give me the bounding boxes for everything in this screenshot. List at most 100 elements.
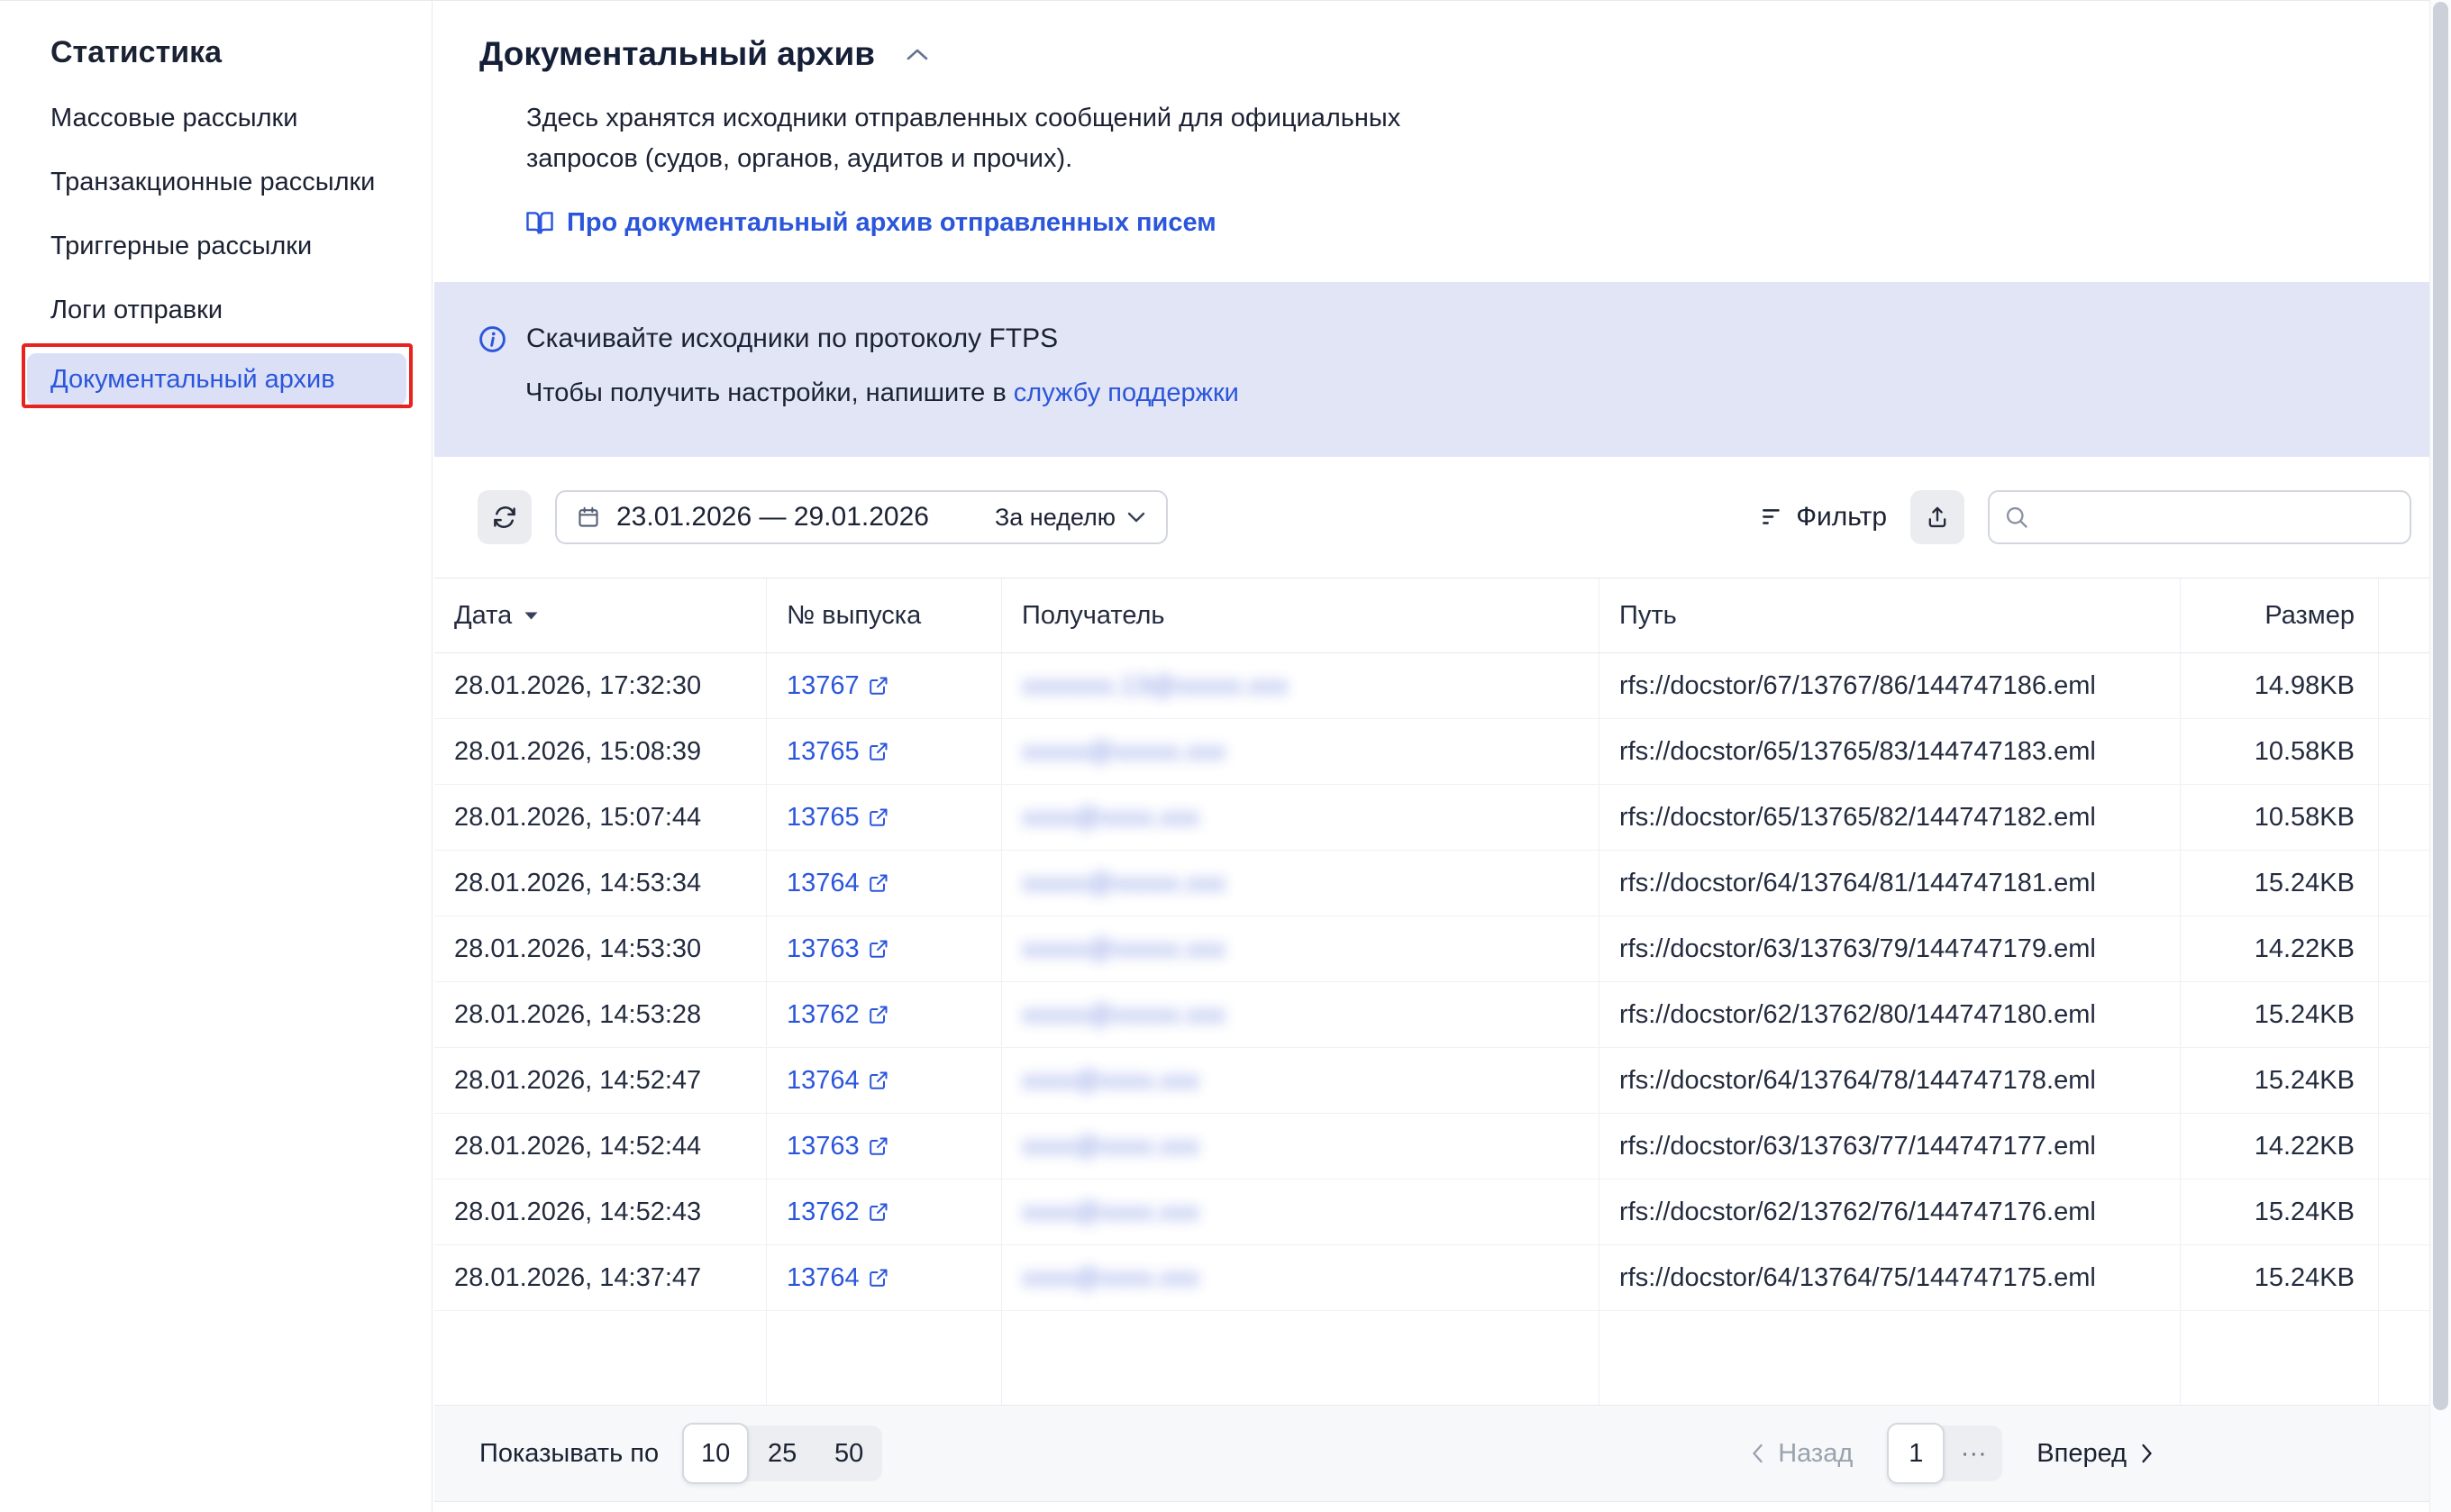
search-input[interactable] [2040, 503, 2395, 532]
cell-path: rfs://docstor/63/13763/79/144747179.eml [1599, 916, 2181, 981]
cell-issue: 13762 [767, 982, 1002, 1047]
export-button[interactable] [1910, 490, 1964, 544]
issue-link[interactable]: 13764 [787, 1263, 889, 1293]
issue-link[interactable]: 13765 [787, 737, 889, 767]
page-size-25[interactable]: 25 [749, 1425, 815, 1481]
table-row: 28.01.2026, 15:07:44 13765 xxxx@xxxx.xxx… [434, 785, 2429, 851]
cell-size: 14.22KB [2181, 1114, 2379, 1179]
cell-spacer [2379, 1180, 2429, 1244]
sidebar-item-label: Логи отправки [50, 296, 223, 325]
period-label: За неделю [995, 504, 1116, 532]
book-icon [526, 211, 553, 235]
sidebar: Статистика Массовые рассылки Транзакцион… [0, 1, 433, 1512]
external-link-icon [868, 1135, 889, 1157]
external-link-icon [868, 1004, 889, 1025]
date-range-value: 23.01.2026 — 29.01.2026 [616, 502, 929, 533]
filter-button[interactable]: Фильтр [1760, 502, 1887, 533]
cell-spacer [2379, 1114, 2429, 1179]
cell-date: 28.01.2026, 14:37:47 [434, 1245, 767, 1310]
cell-date: 28.01.2026, 14:53:34 [434, 851, 767, 915]
page-1-button[interactable]: 1 [1887, 1423, 1945, 1484]
sidebar-item-mass-mailings[interactable]: Массовые рассылки [0, 87, 432, 150]
table-empty-area [434, 1311, 2429, 1405]
issue-link[interactable]: 13767 [787, 671, 889, 701]
refresh-button[interactable] [478, 490, 532, 544]
chevron-down-icon [1126, 511, 1146, 524]
issue-link[interactable]: 13762 [787, 1000, 889, 1030]
sidebar-item-label: Триггерные рассылки [50, 232, 312, 261]
external-link-icon [868, 741, 889, 762]
sidebar-item-label: Документальный архив [50, 365, 335, 395]
date-range-picker[interactable]: 23.01.2026 — 29.01.2026 За неделю [555, 490, 1168, 544]
blurred-email: xxxxx@xxxxx.xxx [1022, 869, 1226, 898]
cell-date: 28.01.2026, 15:08:39 [434, 719, 767, 784]
sidebar-item-label: Массовые рассылки [50, 104, 297, 133]
sidebar-item-trigger-mailings[interactable]: Триггерные рассылки [0, 214, 432, 278]
cell-path: rfs://docstor/65/13765/83/144747183.eml [1599, 719, 2181, 784]
external-link-icon [868, 872, 889, 894]
prev-page-label: Назад [1778, 1439, 1853, 1469]
cell-spacer [2379, 653, 2429, 718]
blurred-email: xxxx@xxxx.xxx [1022, 803, 1199, 833]
issue-link[interactable]: 13765 [787, 803, 889, 833]
page-size-10[interactable]: 10 [682, 1423, 749, 1484]
cell-recipient: xxxx@xxxx.xxx [1002, 1245, 1599, 1310]
cell-issue: 13763 [767, 916, 1002, 981]
table-row: 28.01.2026, 14:52:43 13762 xxxx@xxxx.xxx… [434, 1180, 2429, 1245]
table-row: 28.01.2026, 14:37:47 13764 xxxx@xxxx.xxx… [434, 1245, 2429, 1311]
issue-link[interactable]: 13764 [787, 869, 889, 898]
next-page-button[interactable]: Вперед [2036, 1439, 2154, 1469]
vertical-scrollbar [2429, 0, 2451, 1512]
cell-date: 28.01.2026, 14:53:28 [434, 982, 767, 1047]
sidebar-item-document-archive[interactable]: Документальный архив [27, 353, 406, 405]
column-header-date[interactable]: Дата [434, 578, 767, 652]
table-row: 28.01.2026, 15:08:39 13765 xxxxx@xxxxx.x… [434, 719, 2429, 785]
info-icon [478, 324, 507, 354]
issue-number: 13762 [787, 1198, 860, 1227]
issue-link[interactable]: 13763 [787, 1132, 889, 1161]
column-header-label: Размер [2264, 601, 2355, 631]
period-dropdown[interactable]: За неделю [995, 504, 1146, 532]
page-ellipsis[interactable]: ··· [1945, 1425, 2002, 1481]
cell-size: 14.98KB [2181, 653, 2379, 718]
cell-issue: 13763 [767, 1114, 1002, 1179]
banner-text: Чтобы получить настройки, напишите в слу… [525, 378, 2429, 408]
main-content: Документальный архив Здесь хранятся исхо… [433, 1, 2451, 1512]
column-header-issue: № выпуска [767, 578, 1002, 652]
issue-link[interactable]: 13762 [787, 1198, 889, 1227]
table-row: 28.01.2026, 14:53:34 13764 xxxxx@xxxxx.x… [434, 851, 2429, 916]
page-title: Документальный архив [479, 35, 875, 73]
documentation-link[interactable]: Про документальный архив отправленных пи… [526, 208, 1216, 238]
cell-path: rfs://docstor/65/13765/82/144747182.eml [1599, 785, 2181, 850]
table-toolbar: 23.01.2026 — 29.01.2026 За неделю Фильтр [434, 457, 2429, 578]
issue-link[interactable]: 13763 [787, 934, 889, 964]
empty-cell [434, 1311, 767, 1405]
external-link-icon [868, 806, 889, 828]
collapse-chevron-up-icon[interactable] [906, 47, 929, 61]
cell-recipient: xxxxx@xxxxx.xxx [1002, 851, 1599, 915]
table-header-row: Дата № выпуска Получатель Путь Размер [434, 578, 2429, 653]
issue-link[interactable]: 13764 [787, 1066, 889, 1096]
cell-size: 14.22KB [2181, 916, 2379, 981]
cell-size: 15.24KB [2181, 982, 2379, 1047]
external-link-icon [868, 938, 889, 960]
sidebar-item-transactional-mailings[interactable]: Транзакционные рассылки [0, 150, 432, 214]
issue-number: 13765 [787, 803, 860, 833]
filter-label: Фильтр [1796, 502, 1887, 533]
prev-page-button[interactable]: Назад [1751, 1439, 1853, 1469]
page-number-control: 1 ··· [1887, 1425, 2002, 1481]
ftps-info-banner: Скачивайте исходники по протоколу FTPS Ч… [434, 282, 2429, 457]
page-size-50[interactable]: 50 [815, 1425, 882, 1481]
sidebar-item-send-logs[interactable]: Логи отправки [0, 278, 432, 342]
external-link-icon [868, 675, 889, 697]
filter-icon [1760, 506, 1783, 528]
sort-desc-icon [524, 612, 538, 620]
chevron-right-icon [2140, 1443, 2154, 1464]
cell-spacer [2379, 1048, 2429, 1113]
empty-cell [767, 1311, 1002, 1405]
scrollbar-thumb[interactable] [2433, 2, 2448, 1410]
cell-path: rfs://docstor/63/13763/77/144747177.eml [1599, 1114, 2181, 1179]
archive-table: Дата № выпуска Получатель Путь Размер 28… [434, 578, 2429, 1405]
cell-date: 28.01.2026, 14:52:47 [434, 1048, 767, 1113]
support-link[interactable]: службу поддержки [1014, 378, 1239, 407]
